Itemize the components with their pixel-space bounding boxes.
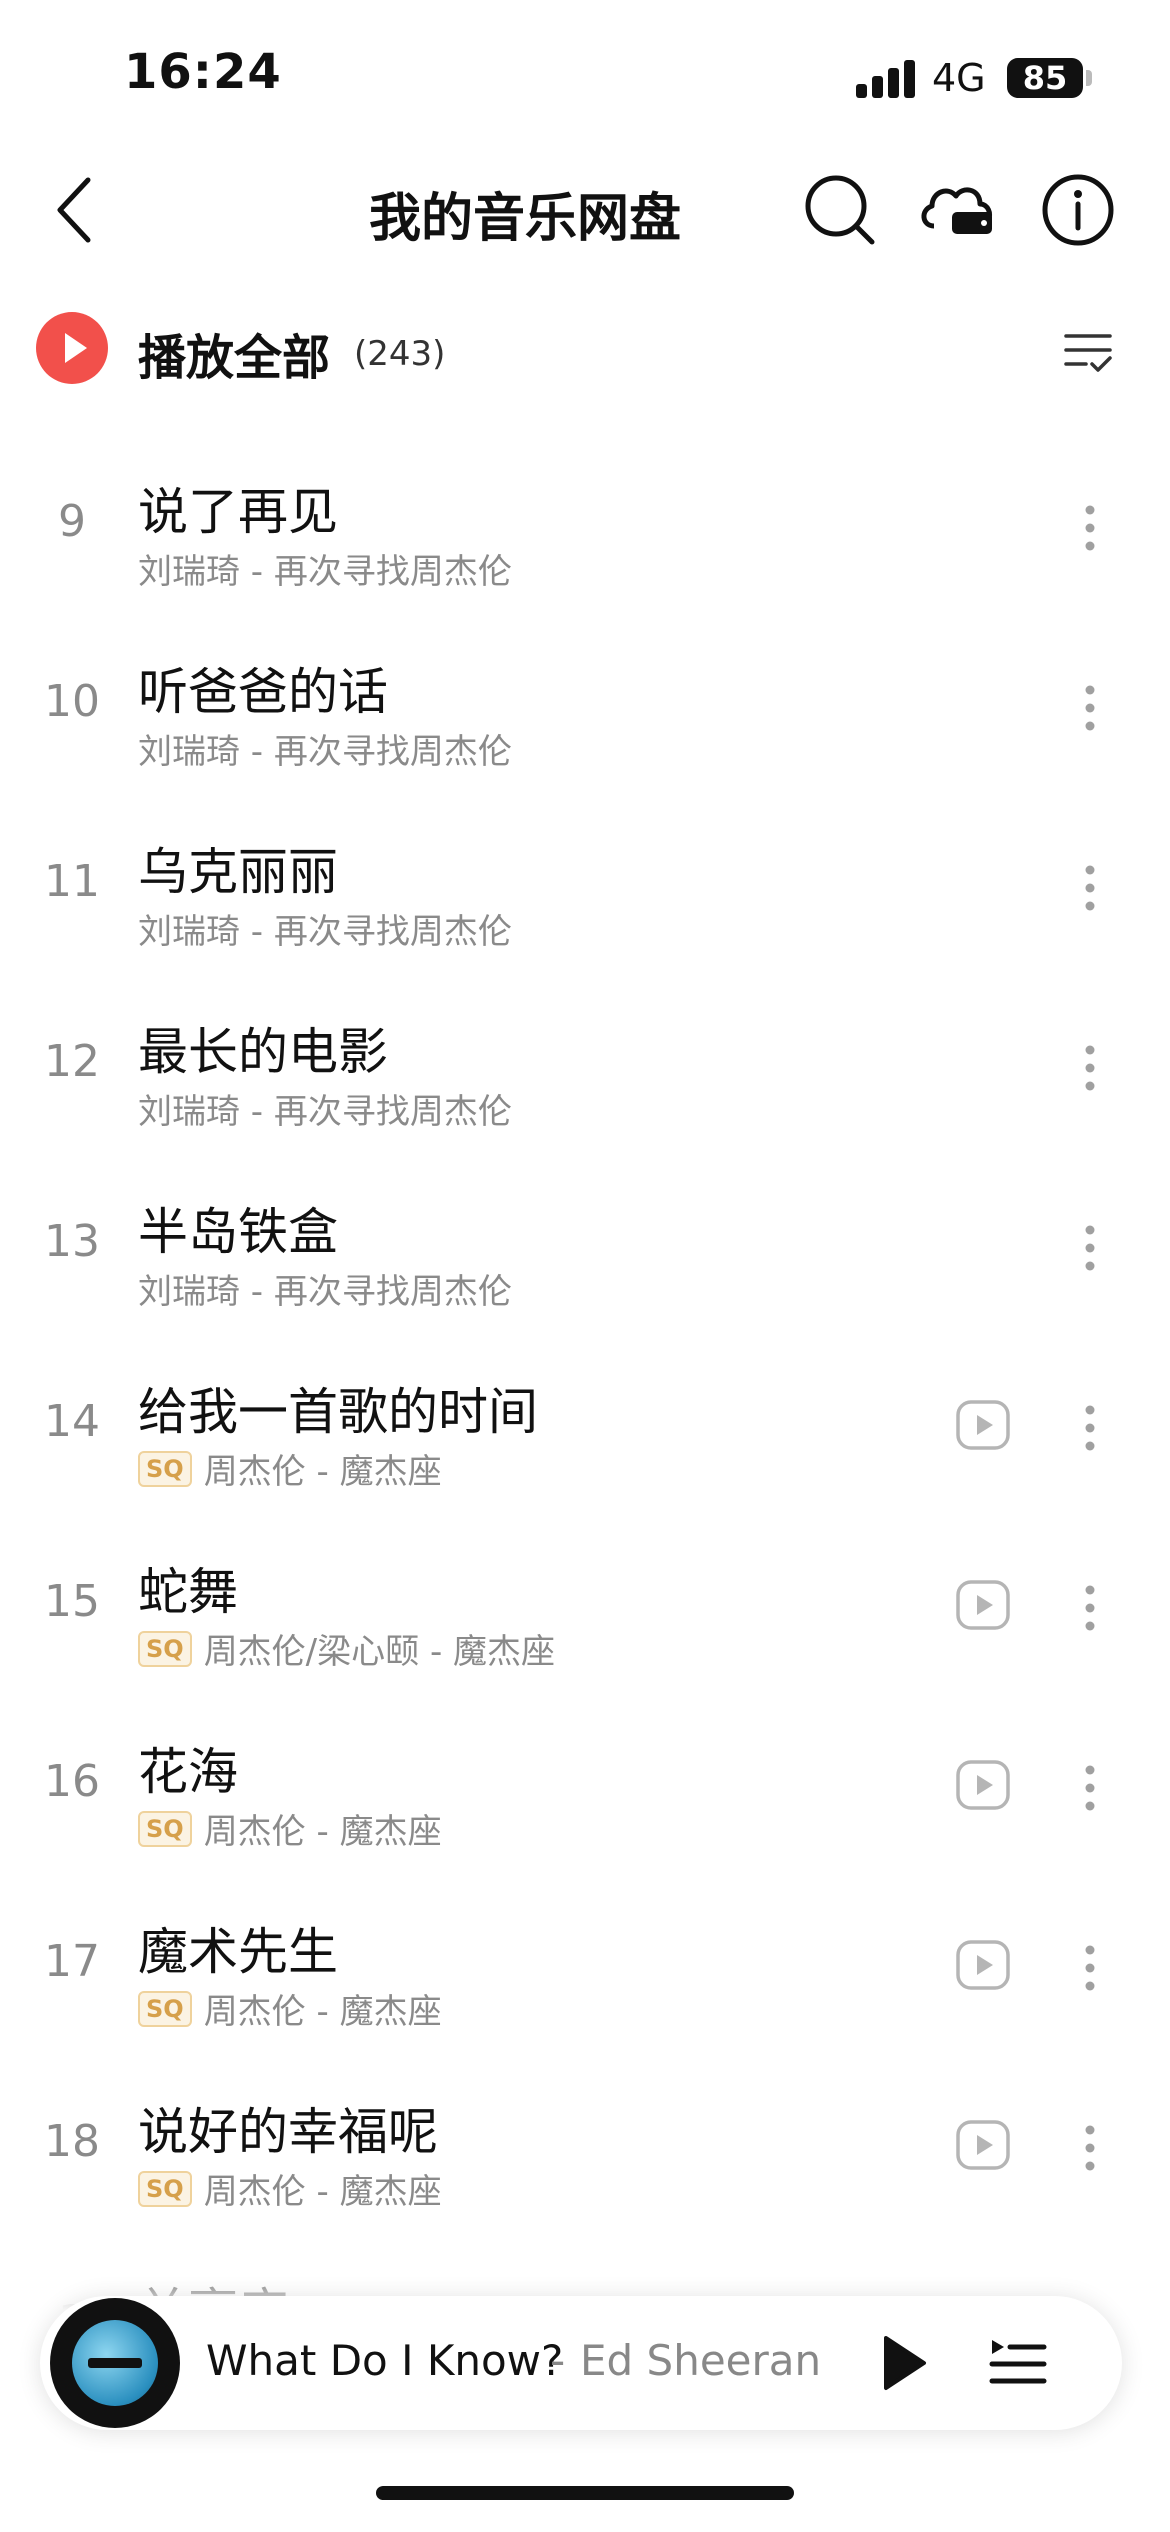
artist-album: 刘瑞琦 - 再次寻找周杰伦 [138,552,512,592]
song-title: 最长的电影 [138,1023,388,1081]
song-index: 12 [44,1036,100,1087]
song-list: 9 说了再见 刘瑞琦 - 再次寻找周杰伦 10 听爸爸的话 刘瑞琦 - 再次寻找周杰伦 11… [0,436,1170,2416]
song-index: 17 [44,1936,100,1987]
artist-album: 刘瑞琦 - 再次寻找周杰伦 [138,1092,512,1132]
more-icon[interactable] [1076,1042,1104,1094]
song-subtitle: SQ 周杰伦 - 魔杰座 [138,1444,442,1493]
play-icon[interactable] [880,2334,928,2392]
artist-album: 周杰伦 - 魔杰座 [203,2172,442,2212]
artist-album: 刘瑞琦 - 再次寻找周杰伦 [138,912,512,952]
song-title: 说了再见 [138,483,338,541]
song-subtitle: 刘瑞琦 - 再次寻找周杰伦 [138,724,512,773]
album-art[interactable] [50,2298,180,2428]
song-index: 14 [44,1396,100,1447]
song-row[interactable]: 13 半岛铁盒刘瑞琦 - 再次寻找周杰伦 [0,1156,1170,1336]
song-subtitle: SQ 周杰伦/梁心颐 - 魔杰座 [138,1624,555,1673]
song-index: 16 [44,1756,100,1807]
playlist-icon[interactable] [988,2334,1048,2392]
page-title: 我的音乐网盘 [368,189,681,249]
song-title: 听爸爸的话 [138,663,388,721]
multi-select-icon[interactable] [1062,326,1114,378]
mini-player[interactable]: What Do I Know? - Ed Sheeran [40,2296,1122,2430]
more-icon[interactable] [1076,1942,1104,1994]
song-index: 15 [44,1576,100,1627]
song-index: 9 [58,496,86,547]
info-icon[interactable] [1038,170,1118,250]
play-all-button[interactable] [36,312,108,384]
song-title: 魔术先生 [138,1923,338,1981]
song-subtitle: 刘瑞琦 - 再次寻找周杰伦 [138,904,512,953]
artist-album: 周杰伦/梁心颐 - 魔杰座 [203,1632,556,1672]
artist-album: 周杰伦 - 魔杰座 [203,1452,442,1492]
song-index: 11 [44,856,100,907]
status-time: 16:24 [124,44,282,100]
song-row[interactable]: 12 最长的电影刘瑞琦 - 再次寻找周杰伦 [0,976,1170,1156]
song-subtitle: SQ 周杰伦 - 魔杰座 [138,1804,442,1853]
song-title: 花海 [138,1743,238,1801]
more-icon[interactable] [1076,1222,1104,1274]
song-title: 说好的幸福呢 [138,2103,438,2161]
sq-badge: SQ [138,1990,192,2027]
sq-badge: SQ [138,2170,192,2207]
now-playing-artist: Ed Sheeran [580,2336,822,2385]
song-index: 10 [44,676,100,727]
song-title: 蛇舞 [138,1563,238,1621]
song-row[interactable]: 15 蛇舞 SQ 周杰伦/梁心颐 - 魔杰座 [0,1516,1170,1696]
song-index: 13 [44,1216,100,1267]
sq-badge: SQ [138,1630,192,1667]
mv-play-icon[interactable] [955,1579,1011,1631]
artist-album: 刘瑞琦 - 再次寻找周杰伦 [138,1272,512,1312]
now-playing-separator: - [550,2336,566,2385]
song-subtitle: 刘瑞琦 - 再次寻找周杰伦 [138,544,512,593]
sq-badge: SQ [138,1450,192,1487]
song-subtitle: 刘瑞琦 - 再次寻找周杰伦 [138,1264,512,1313]
song-row[interactable]: 9 说了再见刘瑞琦 - 再次寻找周杰伦 [0,436,1170,616]
cloud-drive-icon[interactable] [916,170,1000,250]
play-all-label: 播放全部 [138,330,331,386]
sq-badge: SQ [138,1810,192,1847]
mv-play-icon[interactable] [955,1399,1011,1451]
nav-bar: 我的音乐网盘 [0,150,1170,270]
song-row[interactable]: 11 乌克丽丽刘瑞琦 - 再次寻找周杰伦 [0,796,1170,976]
more-icon[interactable] [1076,862,1104,914]
more-icon[interactable] [1076,2122,1104,2174]
song-row[interactable]: 10 听爸爸的话刘瑞琦 - 再次寻找周杰伦 [0,616,1170,796]
now-playing-title: What Do I Know? [206,2336,564,2385]
search-icon[interactable] [800,170,880,250]
song-subtitle: SQ 周杰伦 - 魔杰座 [138,2164,442,2213]
song-subtitle: SQ 周杰伦 - 魔杰座 [138,1984,442,2033]
battery-icon: 85 [1007,58,1083,98]
more-icon[interactable] [1076,682,1104,734]
mv-play-icon[interactable] [955,1939,1011,1991]
song-row[interactable]: 18 说好的幸福呢 SQ 周杰伦 - 魔杰座 [0,2056,1170,2236]
song-title: 半岛铁盒 [138,1203,338,1261]
song-row[interactable]: 16 花海 SQ 周杰伦 - 魔杰座 [0,1696,1170,1876]
artist-album: 周杰伦 - 魔杰座 [203,1812,442,1852]
song-index: 18 [44,2116,100,2167]
network-type: 4G [932,56,986,100]
song-title: 乌克丽丽 [138,843,338,901]
mv-play-icon[interactable] [955,2119,1011,2171]
play-all-row[interactable]: 播放全部 (243) [0,296,1170,406]
more-icon[interactable] [1076,1762,1104,1814]
more-icon[interactable] [1076,1582,1104,1634]
more-icon[interactable] [1076,1402,1104,1454]
mv-play-icon[interactable] [955,1759,1011,1811]
song-subtitle: 刘瑞琦 - 再次寻找周杰伦 [138,1084,512,1133]
status-bar: 16:24 4G 85 [0,0,1170,150]
artist-album: 刘瑞琦 - 再次寻找周杰伦 [138,732,512,772]
song-row[interactable]: 14 给我一首歌的时间 SQ 周杰伦 - 魔杰座 [0,1336,1170,1516]
more-icon[interactable] [1076,502,1104,554]
song-title: 给我一首歌的时间 [138,1383,538,1441]
signal-icon [856,58,916,98]
song-count: (243) [354,334,446,374]
artist-album: 周杰伦 - 魔杰座 [203,1992,442,2032]
battery-tip [1086,70,1092,86]
home-indicator [376,2486,794,2500]
song-row[interactable]: 17 魔术先生 SQ 周杰伦 - 魔杰座 [0,1876,1170,2056]
